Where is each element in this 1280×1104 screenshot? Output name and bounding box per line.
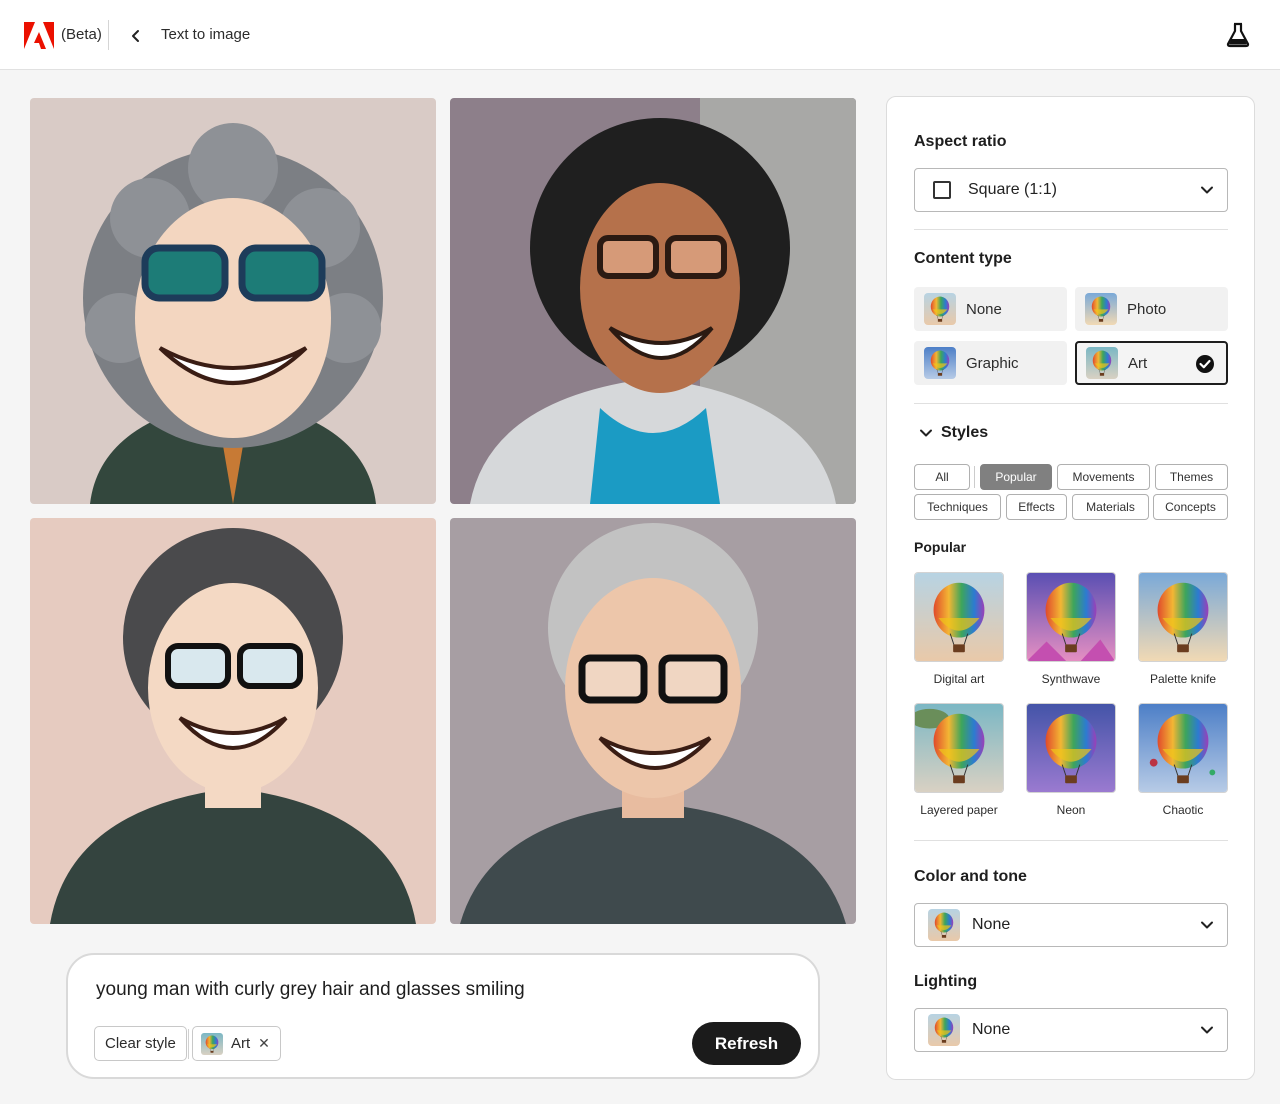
filter-divider (974, 466, 975, 488)
filter-techniques[interactable]: Techniques (914, 494, 1001, 520)
content-type-label: Art (1128, 354, 1148, 372)
color-tone-select[interactable]: None (914, 903, 1228, 947)
adobe-logo-icon[interactable] (24, 22, 54, 49)
style-label: Synthwave (1041, 672, 1101, 686)
beta-label: (Beta) (61, 26, 102, 43)
content-type-graphic[interactable]: Graphic (914, 341, 1067, 385)
style-synthwave[interactable]: Synthwave (1026, 572, 1116, 686)
styles-heading: Styles (941, 424, 989, 441)
divider (914, 403, 1228, 404)
back-button[interactable] (125, 25, 147, 47)
content-type-photo[interactable]: Photo (1075, 287, 1228, 331)
generated-image-1[interactable] (30, 98, 436, 504)
header-divider (108, 20, 109, 50)
balloon-icon (928, 1014, 960, 1046)
styles-toggle[interactable]: Styles (919, 424, 988, 442)
color-tone-heading: Color and tone (914, 868, 1027, 885)
applied-style-label: Art (231, 1035, 251, 1052)
style-label: Layered paper (920, 803, 998, 817)
art-style-icon (201, 1032, 223, 1055)
content-type-none[interactable]: None (914, 287, 1067, 331)
page-title: Text to image (161, 26, 251, 43)
content-type-heading: Content type (914, 250, 1012, 267)
lighting-heading: Lighting (914, 973, 978, 990)
aspect-ratio-select[interactable]: Square (1:1) (914, 168, 1228, 212)
chip-divider (188, 1029, 189, 1059)
filter-effects[interactable]: Effects (1006, 494, 1067, 520)
style-label: Chaotic (1162, 803, 1204, 817)
content-type-label: None (966, 300, 1002, 318)
balloon-icon (1027, 704, 1115, 792)
applied-style-chip[interactable]: Art ✕ (192, 1026, 281, 1061)
lighting-select[interactable]: None (914, 1008, 1228, 1052)
style-neon[interactable]: Neon (1026, 703, 1116, 817)
prompt-input[interactable]: young man with curly grey hair and glass… (96, 979, 525, 1001)
color-tone-value: None (972, 916, 1011, 933)
generated-image-4[interactable] (450, 518, 856, 924)
style-palette-knife[interactable]: Palette knife (1138, 572, 1228, 686)
filter-all[interactable]: All (914, 464, 970, 490)
style-digital-art[interactable]: Digital art (914, 572, 1004, 686)
filter-popular[interactable]: Popular (980, 464, 1052, 490)
balloon-icon (1027, 573, 1115, 661)
portrait-image (450, 518, 856, 924)
style-layered-paper[interactable]: Layered paper (914, 703, 1004, 817)
balloon-icon (1139, 704, 1227, 792)
filter-materials[interactable]: Materials (1072, 494, 1149, 520)
chevron-down-icon (920, 429, 932, 437)
content-type-art[interactable]: Art (1075, 341, 1228, 385)
generated-image-2[interactable] (450, 98, 856, 504)
popular-heading: Popular (914, 539, 967, 555)
generated-image-3[interactable] (30, 518, 436, 924)
square-icon (933, 181, 951, 199)
balloon-icon (915, 573, 1003, 661)
filter-movements[interactable]: Movements (1057, 464, 1150, 490)
style-label: Palette knife (1149, 672, 1217, 686)
top-bar: (Beta) Text to image (0, 0, 1280, 70)
style-label: Neon (1056, 803, 1086, 817)
chevron-down-icon (1201, 921, 1213, 929)
aspect-ratio-heading: Aspect ratio (914, 133, 1007, 150)
balloon-icon (1085, 293, 1117, 325)
portrait-image (450, 98, 856, 504)
portrait-image (30, 98, 436, 504)
prompt-box[interactable]: young man with curly grey hair and glass… (66, 953, 820, 1079)
lighting-value: None (972, 1021, 1011, 1038)
clear-style-button[interactable]: Clear style (94, 1026, 187, 1061)
style-label: Digital art (933, 672, 985, 686)
filter-themes[interactable]: Themes (1155, 464, 1228, 490)
content-type-label: Graphic (966, 354, 1019, 372)
balloon-icon (1086, 347, 1118, 379)
portrait-image (30, 518, 436, 924)
balloon-icon (1139, 573, 1227, 661)
balloon-icon (924, 293, 956, 325)
chevron-down-icon (1201, 186, 1213, 194)
balloon-icon (915, 704, 1003, 792)
chevron-left-icon (132, 30, 139, 42)
content-type-label: Photo (1127, 300, 1167, 318)
style-chaotic[interactable]: Chaotic (1138, 703, 1228, 817)
settings-panel: Aspect ratio Square (1:1) Content type N… (886, 96, 1255, 1080)
balloon-icon (928, 909, 960, 941)
divider (914, 229, 1228, 230)
aspect-ratio-value: Square (1:1) (968, 181, 1057, 198)
chevron-down-icon (1201, 1026, 1213, 1034)
balloon-icon (924, 347, 956, 379)
divider (914, 840, 1228, 841)
filter-concepts[interactable]: Concepts (1153, 494, 1228, 520)
close-icon[interactable]: ✕ (258, 1035, 270, 1052)
refresh-button[interactable]: Refresh (692, 1022, 801, 1065)
checkmark-icon (1196, 355, 1214, 373)
flask-icon[interactable] (1225, 22, 1251, 48)
